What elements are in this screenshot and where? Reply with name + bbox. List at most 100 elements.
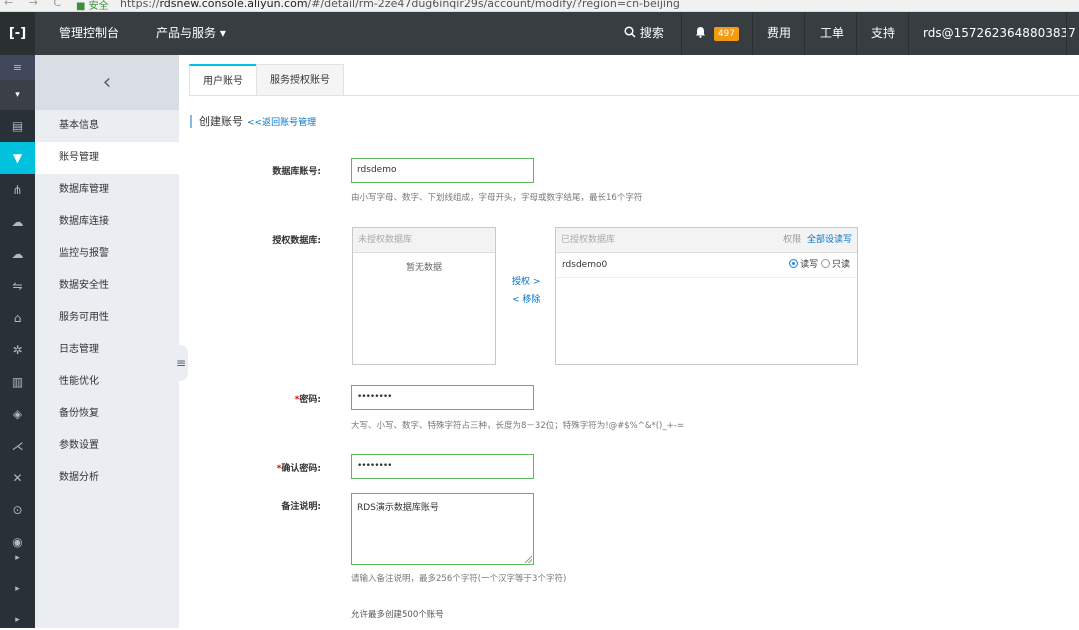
support-link[interactable]: 支持: [871, 12, 895, 55]
connection-icon[interactable]: ☁: [0, 206, 35, 238]
read-write-radio[interactable]: 读写: [789, 259, 818, 270]
caret-down-icon: ▾: [219, 26, 226, 40]
permission-label: 权限: [783, 235, 802, 245]
divider: [681, 12, 682, 55]
server-icon[interactable]: ▤: [0, 110, 35, 142]
remark-text: RDS演示数据库账号: [357, 503, 439, 513]
remark-hint: 请输入备注说明，最多256个字符(一个汉字等于3个字符): [351, 574, 567, 584]
availability-icon[interactable]: ⌂: [0, 302, 35, 334]
database-icon[interactable]: ⋔: [0, 174, 35, 206]
sidebar-item-parameters[interactable]: 参数设置: [35, 430, 179, 462]
resize-handle-icon[interactable]: [525, 556, 532, 563]
authorized-db-list: 已授权数据库 权限 全部设读写 rdsdemo0 读写 只读: [555, 227, 858, 365]
url-prefix: https://: [120, 0, 160, 10]
search-circle-icon[interactable]: ⊙: [0, 494, 35, 526]
confirm-password-label: *确认密码:: [181, 461, 321, 474]
rail-expand-caret-icon[interactable]: ▾: [0, 80, 35, 110]
url-text[interactable]: https://rdsnew.console.aliyun.com/#/deta…: [120, 0, 680, 10]
account-name-hint: 由小写字母、数字、下划线组成，字母开头，字母或数字结尾，最长16个字符: [351, 193, 643, 203]
tab-service-auth-accounts[interactable]: 服务授权账号: [256, 64, 344, 96]
log-icon[interactable]: ✲: [0, 334, 35, 366]
menu-toggle-icon[interactable]: ≡: [0, 55, 35, 80]
sidebar-item-databases[interactable]: 数据库管理: [35, 174, 179, 206]
read-only-radio[interactable]: 只读: [820, 259, 850, 270]
main-content: 用户账号 服务授权账号 创建账号 <<返回账号管理 数据库账号: rdsdemo …: [179, 55, 1079, 628]
arrow-right-icon[interactable]: ▸: [0, 579, 35, 599]
search-icon: [624, 26, 636, 38]
analysis-icon[interactable]: ✕: [0, 462, 35, 494]
monitor-icon[interactable]: ☁: [0, 238, 35, 270]
security-icon[interactable]: ⇋: [0, 270, 35, 302]
sidebar-item-availability[interactable]: 服务可用性: [35, 302, 179, 334]
url-path: /#/detail/rm-2ze47dug6inqir29s/account/m…: [307, 0, 680, 10]
password-label-text: 密码:: [299, 395, 321, 405]
divider: [1066, 12, 1067, 55]
grant-button[interactable]: 授权 >: [512, 274, 540, 287]
aliyun-logo-icon[interactable]: [-]: [0, 12, 35, 55]
sidebar-item-monitoring[interactable]: 监控与报警: [35, 238, 179, 270]
instance-sidebar: ‹ 基本信息 账号管理 数据库管理 数据库连接 监控与报警 数据安全性 服务可用…: [35, 55, 188, 628]
notifications-button[interactable]: 497: [695, 12, 740, 55]
confirm-password-input[interactable]: ••••••••: [351, 454, 534, 479]
remark-textarea[interactable]: RDS演示数据库账号: [351, 493, 534, 565]
notification-count-badge: 497: [713, 26, 740, 41]
params-icon[interactable]: ⋌: [0, 430, 35, 462]
authorized-db-header: 已授权数据库 权限 全部设读写: [556, 228, 857, 253]
tab-user-accounts[interactable]: 用户账号: [189, 64, 257, 96]
url-host: rdsnew.console.aliyun.com: [159, 0, 308, 10]
sidebar-item-basic-info[interactable]: 基本信息: [35, 110, 179, 142]
search-button[interactable]: 搜索: [624, 12, 664, 55]
account-name-label: 数据库账号:: [272, 167, 321, 177]
product-icon-rail: ≡ ▾ ▤ ▼ ⋔ ☁ ☁ ⇋ ⌂ ✲ ▥ ◈ ⋌ ✕ ⊙ ◉ ▸ ▸ ▸: [0, 55, 35, 628]
authorized-db-label: 授权数据库:: [272, 236, 321, 246]
user-account-menu[interactable]: rds@1572623648803837: [923, 12, 1076, 55]
performance-icon[interactable]: ▥: [0, 366, 35, 398]
browser-address-bar: ← → C ■ 安全 https://rdsnew.console.aliyun…: [0, 0, 1079, 12]
remark-label: 备注说明:: [281, 502, 321, 512]
account-name-input[interactable]: rdsdemo: [351, 158, 534, 183]
arrow-right-icon[interactable]: ▸: [0, 610, 35, 630]
tab-divider: [189, 95, 1079, 96]
products-label: 产品与服务: [156, 26, 217, 40]
tickets-link[interactable]: 工单: [820, 12, 844, 55]
divider: [804, 12, 805, 55]
read-only-label: 只读: [831, 260, 850, 270]
confirm-password-label-text: 确认密码:: [281, 464, 321, 474]
browser-nav-buttons[interactable]: ← → C: [4, 0, 67, 9]
sidebar-item-security[interactable]: 数据安全性: [35, 270, 179, 302]
divider: [908, 12, 909, 55]
divider: [856, 12, 857, 55]
remove-button[interactable]: < 移除: [512, 292, 540, 305]
sidebar-item-logs[interactable]: 日志管理: [35, 334, 179, 366]
arrow-right-icon[interactable]: ▸: [0, 548, 35, 568]
back-to-accounts-link[interactable]: <<返回账号管理: [247, 118, 316, 128]
section-title: 创建账号 <<返回账号管理: [190, 115, 316, 128]
account-tabs: 用户账号 服务授权账号: [189, 64, 344, 96]
sidebar-back-chevron-icon[interactable]: ‹: [35, 55, 179, 110]
billing-link[interactable]: 费用: [767, 12, 791, 55]
sidebar-item-performance[interactable]: 性能优化: [35, 366, 179, 398]
divider: [752, 12, 753, 55]
unauthorized-db-empty: 暂无数据: [405, 263, 442, 273]
authorized-db-header-text: 已授权数据库: [561, 235, 616, 245]
permission-header: 权限 全部设读写: [783, 228, 852, 253]
console-home-link[interactable]: 管理控制台: [59, 12, 119, 55]
permission-radio-group: 读写 只读: [789, 253, 850, 278]
password-hint: 大写、小写、数字、特殊字符占三种，长度为8－32位；特殊字符为!@#$%^&*(…: [351, 421, 684, 431]
sidebar-item-accounts[interactable]: 账号管理: [35, 142, 179, 174]
sidebar-item-analysis[interactable]: 数据分析: [35, 462, 179, 494]
account-icon[interactable]: ▼: [0, 142, 35, 174]
sidebar-item-backup[interactable]: 备份恢复: [35, 398, 179, 430]
unauthorized-db-header: 未授权数据库: [353, 228, 495, 253]
search-label: 搜索: [639, 26, 664, 40]
bell-icon: [696, 27, 705, 38]
password-input[interactable]: ••••••••: [351, 385, 534, 410]
authorized-db-name: rdsdemo0: [562, 260, 608, 270]
backup-icon[interactable]: ◈: [0, 398, 35, 430]
sidebar-item-connection[interactable]: 数据库连接: [35, 206, 179, 238]
authorized-db-row: rdsdemo0 读写 只读: [556, 253, 857, 278]
products-services-menu[interactable]: 产品与服务 ▾: [156, 12, 226, 55]
radio-unchecked-icon: [820, 259, 830, 268]
secure-lock-icon: ■ 安全: [76, 1, 109, 12]
set-all-read-write-link[interactable]: 全部设读写: [807, 235, 852, 245]
